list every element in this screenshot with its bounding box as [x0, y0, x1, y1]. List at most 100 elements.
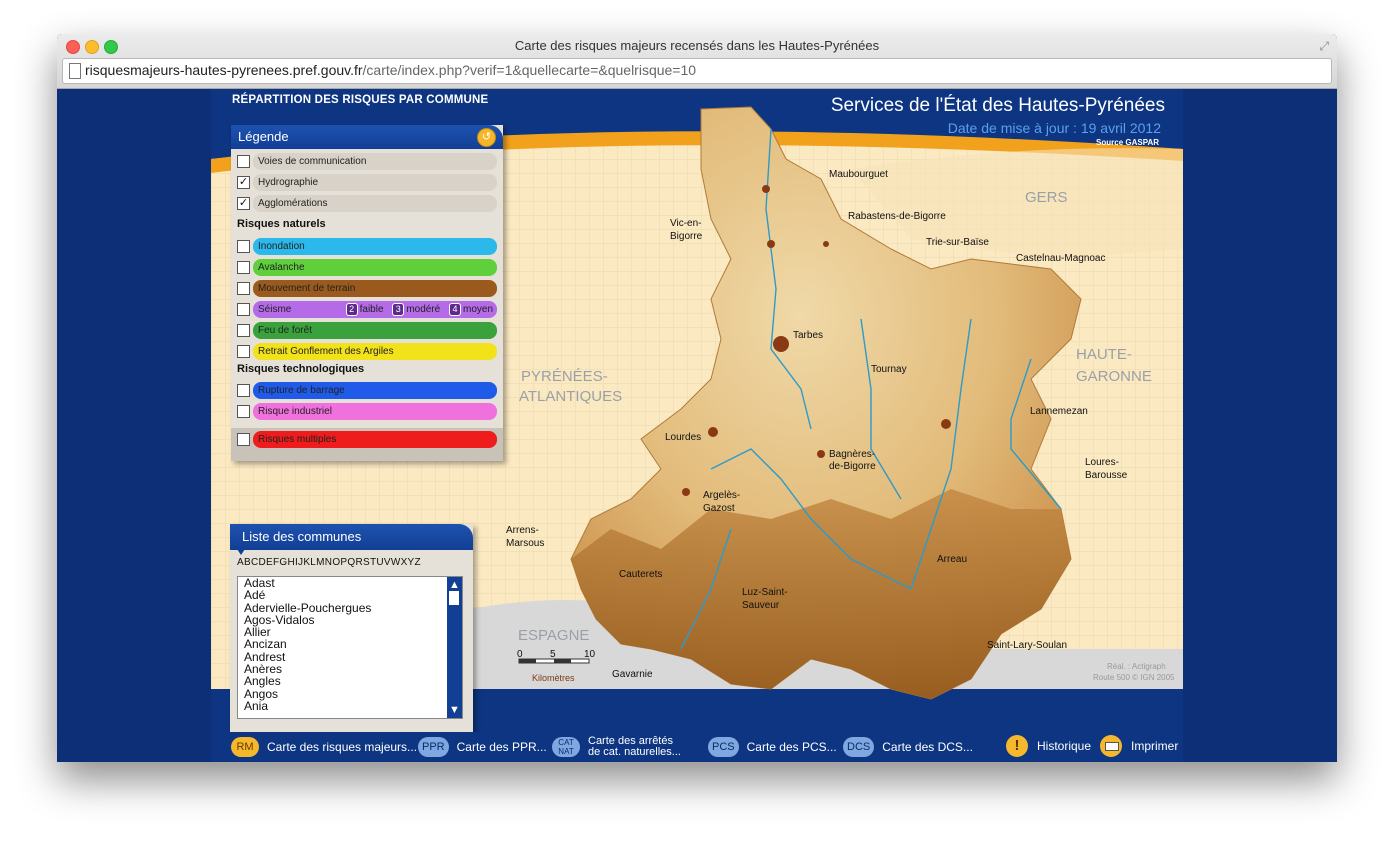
- seisme-level-label: moyen: [462, 304, 493, 315]
- legend-title: Légende: [238, 129, 289, 144]
- title-bar: Carte des risques majeurs recensés dans …: [57, 34, 1337, 89]
- region-pyrenees-atlantiques-1: PYRÉNÉES-: [521, 368, 608, 385]
- risk-checkbox-multiples[interactable]: [237, 433, 250, 446]
- town-label: Bigorre: [670, 231, 703, 242]
- risk-row-inondation[interactable]: Inondation: [237, 238, 497, 255]
- town-label: Castelnau-Magnoac: [1016, 253, 1106, 264]
- risk-row-industriel[interactable]: Risque industriel: [237, 403, 497, 420]
- nav-label: de cat. naturelles...: [588, 746, 681, 758]
- layer-checkbox-voies[interactable]: [237, 155, 250, 168]
- town-label: Marsous: [506, 538, 544, 549]
- warning-icon: !: [1006, 735, 1028, 757]
- nav-ppr[interactable]: PPR Carte des PPR...: [418, 736, 547, 758]
- refresh-icon[interactable]: ↺: [477, 128, 496, 147]
- data-source: Source GASPAR: [1096, 138, 1159, 147]
- seisme-level-num: 2: [345, 303, 358, 316]
- scale-tick-label: 5: [550, 649, 556, 660]
- risk-row-avalanche[interactable]: Avalanche: [237, 259, 497, 276]
- risk-checkbox-industriel[interactable]: [237, 405, 250, 418]
- seisme-level-label: modéré: [406, 304, 441, 315]
- historique-button[interactable]: ! Historique: [1006, 732, 1091, 760]
- page-subtitle: RÉPARTITION DES RISQUES PAR COMMUNE: [232, 94, 489, 106]
- url-path: /carte/index.php?verif=1&quellecarte=&qu…: [362, 62, 697, 78]
- scale-tick-label: 0: [517, 649, 523, 660]
- risk-checkbox-mouvement[interactable]: [237, 282, 250, 295]
- fullscreen-icon[interactable]: ⤢: [1319, 39, 1329, 54]
- risk-pill-seisme[interactable]: Séisme 2 faible 3 modéré 4 moyen: [253, 301, 497, 318]
- risk-checkbox-barrage[interactable]: [237, 384, 250, 397]
- risk-label-mouvement[interactable]: Mouvement de terrain: [253, 280, 497, 297]
- legend-header: Légende ↺: [231, 125, 503, 149]
- town-marker-rabastens: [823, 241, 829, 247]
- scroll-down-icon[interactable]: ▼: [449, 704, 460, 716]
- risk-label-multiples[interactable]: Risques multiples: [253, 431, 497, 448]
- nav-cat-nat[interactable]: CAT NAT Carte des arrêtés de cat. nature…: [552, 736, 681, 758]
- credit-2: Route 500 © IGN 2005: [1093, 673, 1175, 682]
- risk-label-industriel[interactable]: Risque industriel: [253, 403, 497, 420]
- risk-label-barrage[interactable]: Rupture de barrage: [253, 382, 497, 399]
- list-item[interactable]: Adé: [238, 589, 462, 602]
- town-label: Tournay: [871, 364, 907, 375]
- printer-icon: [1100, 735, 1122, 757]
- risk-checkbox-argiles[interactable]: [237, 345, 250, 358]
- scale-tick-label: 10: [584, 649, 596, 660]
- layer-label[interactable]: Agglomérations: [253, 195, 497, 212]
- list-item[interactable]: Ania: [238, 700, 462, 713]
- risk-row-seisme[interactable]: Séisme 2 faible 3 modéré 4 moyen: [237, 301, 497, 318]
- alphabet-index[interactable]: ABCDEFGHIJKLMNOPQRSTUVWXYZ: [237, 557, 421, 568]
- nav-dcs[interactable]: DCS Carte des DCS...: [843, 736, 973, 758]
- nav-pcs[interactable]: PCS Carte des PCS...: [708, 736, 837, 758]
- layer-checkbox-agglomerations[interactable]: ✓: [237, 197, 250, 210]
- risk-label-inondation[interactable]: Inondation: [253, 238, 497, 255]
- list-item[interactable]: Angos: [238, 687, 462, 700]
- tech-risks-heading: Risques technologiques: [237, 363, 365, 375]
- page-icon: [69, 63, 81, 79]
- nav-label: Carte des DCS...: [882, 740, 973, 754]
- risk-checkbox-inondation[interactable]: [237, 240, 250, 253]
- risk-checkbox-avalanche[interactable]: [237, 261, 250, 274]
- scroll-thumb[interactable]: [449, 591, 459, 605]
- list-item[interactable]: Ancizan: [238, 638, 462, 651]
- scroll-up-icon[interactable]: ▲: [449, 579, 460, 591]
- risk-row-argiles[interactable]: Retrait Gonflement des Argiles: [237, 343, 497, 360]
- town-label: Arreau: [937, 554, 967, 565]
- risk-checkbox-feu[interactable]: [237, 324, 250, 337]
- list-item[interactable]: Angles: [238, 675, 462, 688]
- communes-scrollbar[interactable]: ▲ ▼: [447, 577, 462, 718]
- natural-risks-heading: Risques naturels: [237, 218, 326, 230]
- communes-list[interactable]: Adast Adé Adervielle-Pouchergues Agos-Vi…: [237, 576, 463, 719]
- url-text[interactable]: risquesmajeurs-hautes-pyrenees.pref.gouv…: [85, 62, 696, 78]
- layer-row-voies[interactable]: Voies de communication: [237, 153, 497, 170]
- dcs-badge: DCS: [843, 737, 875, 757]
- town-marker-lannemezan: [941, 419, 951, 429]
- risk-label-feu[interactable]: Feu de forêt: [253, 322, 497, 339]
- risk-row-feu[interactable]: Feu de forêt: [237, 322, 497, 339]
- town-label: de-Bigorre: [829, 461, 876, 472]
- town-label: Lourdes: [665, 432, 701, 443]
- bottom-toolbar: RM Carte des risques majeurs... PPR Cart…: [211, 732, 1183, 762]
- risk-row-mouvement[interactable]: Mouvement de terrain: [237, 280, 497, 297]
- layer-row-hydrographie[interactable]: ✓ Hydrographie: [237, 174, 497, 191]
- layer-row-agglomerations[interactable]: ✓ Agglomérations: [237, 195, 497, 212]
- nav-label: Carte des PCS...: [746, 740, 837, 754]
- nav-risques-majeurs[interactable]: RM Carte des risques majeurs...: [231, 736, 417, 758]
- communes-title: Liste des communes: [230, 524, 473, 550]
- town-label: Loures-: [1085, 457, 1119, 468]
- layer-label[interactable]: Voies de communication: [253, 153, 497, 170]
- imprimer-button[interactable]: Imprimer: [1100, 732, 1178, 760]
- legend-panel: Légende ↺ Voies de communication ✓ Hydro…: [231, 125, 503, 461]
- browser-window: Carte des risques majeurs recensés dans …: [57, 34, 1337, 762]
- layer-label[interactable]: Hydrographie: [253, 174, 497, 191]
- town-label: Arrens-: [506, 525, 539, 536]
- risk-row-barrage[interactable]: Rupture de barrage: [237, 382, 497, 399]
- seisme-level-num: 4: [448, 303, 461, 316]
- layer-checkbox-hydrographie[interactable]: ✓: [237, 176, 250, 189]
- risk-label-argiles[interactable]: Retrait Gonflement des Argiles: [253, 343, 497, 360]
- risk-label-avalanche[interactable]: Avalanche: [253, 259, 497, 276]
- risk-checkbox-seisme[interactable]: [237, 303, 250, 316]
- list-item[interactable]: Agos-Vidalos: [238, 614, 462, 627]
- address-bar[interactable]: risquesmajeurs-hautes-pyrenees.pref.gouv…: [62, 58, 1332, 84]
- risk-row-multiples[interactable]: Risques multiples: [237, 431, 497, 448]
- town-label: Gavarnie: [612, 669, 653, 680]
- list-item[interactable]: Adast: [238, 577, 462, 589]
